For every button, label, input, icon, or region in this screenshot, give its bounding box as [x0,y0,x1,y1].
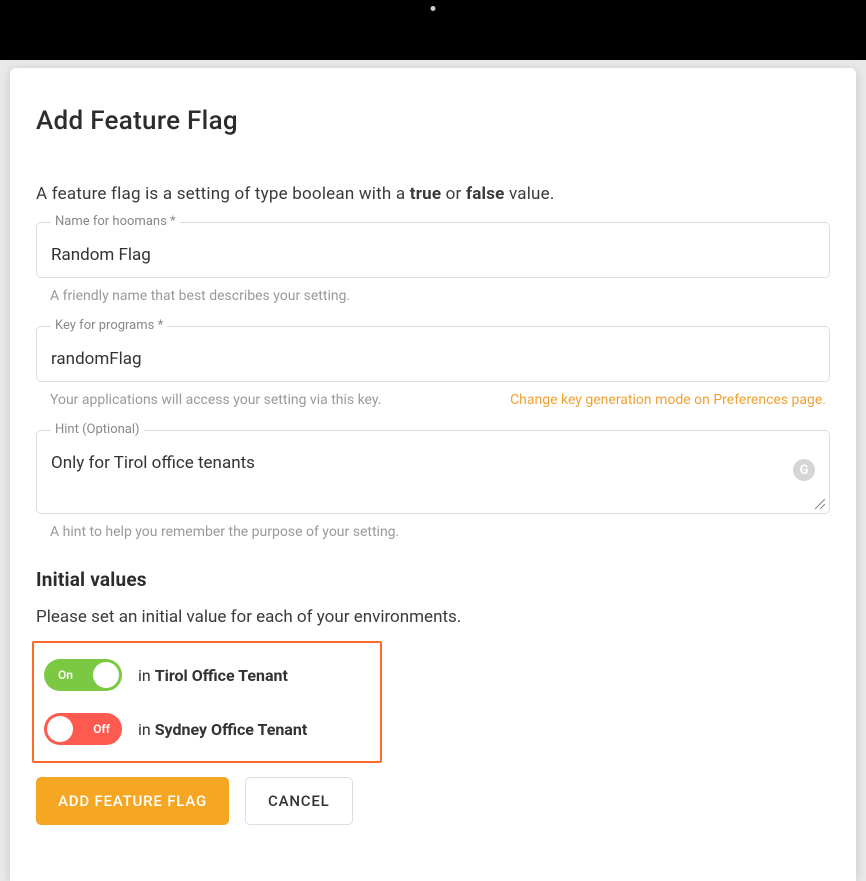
key-field-group: Key for programs * Your applications wil… [36,326,830,408]
initial-values-desc: Please set an initial value for each of … [36,607,830,627]
environments-highlight-box: On in Tirol Office Tenant Off in Sydney … [32,641,382,763]
hint-input-wrap: Hint (Optional) G [36,430,830,514]
name-input[interactable] [51,245,815,265]
env-row-sydney: Off in Sydney Office Tenant [44,713,370,745]
name-label: Name for hoomans * [51,214,180,229]
add-feature-flag-modal: Add Feature Flag A feature flag is a set… [10,68,856,881]
toggle-knob [93,662,119,688]
intro-text: A feature flag is a setting of type bool… [36,184,830,204]
intro-prefix: A feature flag is a setting of type bool… [36,184,410,204]
camera-dot [431,6,436,11]
toggle-sydney-label: Off [93,722,110,736]
key-input-wrap: Key for programs * [36,326,830,382]
grammarly-icon: G [793,459,815,481]
toggle-knob [47,716,73,742]
hint-field-group: Hint (Optional) G A hint to help you rem… [36,430,830,540]
button-row: ADD FEATURE FLAG CANCEL [36,777,830,825]
hint-help: A hint to help you remember the purpose … [50,524,399,540]
key-help: Your applications will access your setti… [50,392,381,408]
env-in-text: in [138,666,155,685]
hint-input[interactable] [51,453,815,501]
cancel-button[interactable]: CANCEL [245,777,353,825]
env-row-tirol: On in Tirol Office Tenant [44,659,370,691]
intro-false: false [466,184,505,204]
hint-label: Hint (Optional) [51,422,144,437]
env-label-tirol: in Tirol Office Tenant [138,666,288,685]
name-field-group: Name for hoomans * A friendly name that … [36,222,830,304]
env-label-sydney: in Sydney Office Tenant [138,720,307,739]
env-in-text: in [138,720,155,739]
key-input[interactable] [51,349,815,369]
key-label: Key for programs * [51,318,167,333]
add-feature-flag-button[interactable]: ADD FEATURE FLAG [36,777,229,825]
toggle-tirol-label: On [58,668,73,682]
intro-or: or [441,184,466,204]
intro-suffix: value. [505,184,555,204]
toggle-sydney[interactable]: Off [44,713,122,745]
env-name-tirol: Tirol Office Tenant [155,666,288,685]
modal-title: Add Feature Flag [36,106,830,136]
toggle-tirol[interactable]: On [44,659,122,691]
intro-true: true [410,184,441,204]
name-input-wrap: Name for hoomans * [36,222,830,278]
resize-handle-icon[interactable] [815,499,825,509]
key-preferences-link[interactable]: Change key generation mode on Preference… [510,392,826,408]
name-help: A friendly name that best describes your… [50,288,350,304]
env-name-sydney: Sydney Office Tenant [155,720,308,739]
initial-values-title: Initial values [36,568,830,591]
